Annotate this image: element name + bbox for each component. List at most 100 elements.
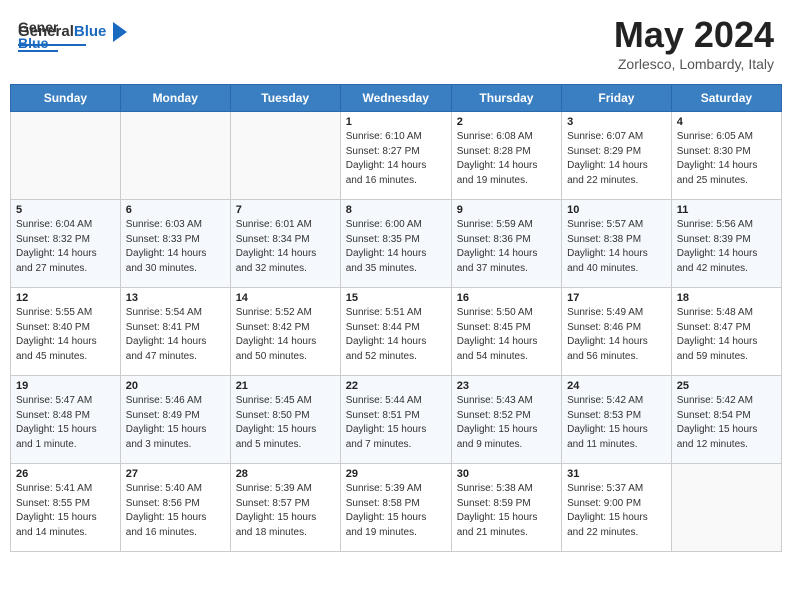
col-friday: Friday <box>562 85 672 112</box>
day-info: Sunrise: 5:43 AM Sunset: 8:52 PM Dayligh… <box>457 394 556 452</box>
day-info: Sunrise: 5:56 AM Sunset: 8:39 PM Dayligh… <box>677 218 776 276</box>
calendar-cell: 31 Sunrise: 5:37 AM Sunset: 9:00 PM Dayli… <box>562 464 672 552</box>
title-block: May 2024 Zorlesco, Lombardy, Italy <box>614 14 774 72</box>
calendar-week-row: 19 Sunrise: 5:47 AM Sunset: 8:48 PM Dayli… <box>11 376 782 464</box>
day-number: 8 <box>346 204 446 216</box>
day-number: 28 <box>236 468 335 480</box>
calendar-cell: 4 Sunrise: 6:05 AM Sunset: 8:30 PM Daylig… <box>671 112 781 200</box>
calendar-cell <box>11 112 121 200</box>
calendar-cell: 17Sunrise: 5:49 AM Sunset: 8:46 PM Dayli… <box>562 288 672 376</box>
day-info: Sunrise: 5:57 AM Sunset: 8:38 PM Dayligh… <box>567 218 666 276</box>
day-info: Sunrise: 5:54 AM Sunset: 8:41 PM Dayligh… <box>126 306 225 364</box>
calendar-cell: 23 Sunrise: 5:43 AM Sunset: 8:52 PM Dayli… <box>451 376 561 464</box>
logo-general: General <box>18 23 74 40</box>
calendar-cell <box>671 464 781 552</box>
col-tuesday: Tuesday <box>230 85 340 112</box>
day-info: Sunrise: 6:03 AM Sunset: 8:33 PM Dayligh… <box>126 218 225 276</box>
day-info: Sunrise: 6:07 AM Sunset: 8:29 PM Dayligh… <box>567 130 666 188</box>
calendar-cell: 8 Sunrise: 6:00 AM Sunset: 8:35 PM Daylig… <box>340 200 451 288</box>
day-info: Sunrise: 6:10 AM Sunset: 8:27 PM Dayligh… <box>346 130 446 188</box>
calendar-header-row: Sunday Monday Tuesday Wednesday Thursday… <box>11 85 782 112</box>
calendar-cell: 26 Sunrise: 5:41 AM Sunset: 8:55 PM Dayli… <box>11 464 121 552</box>
day-info: Sunrise: 5:42 AM Sunset: 8:53 PM Dayligh… <box>567 394 666 452</box>
calendar-cell: 13 Sunrise: 5:54 AM Sunset: 8:41 PM Dayli… <box>120 288 230 376</box>
calendar-table: Sunday Monday Tuesday Wednesday Thursday… <box>10 84 782 552</box>
day-info: Sunrise: 6:08 AM Sunset: 8:28 PM Dayligh… <box>457 130 556 188</box>
day-number: 29 <box>346 468 446 480</box>
calendar-cell: 29 Sunrise: 5:39 AM Sunset: 8:58 PM Dayli… <box>340 464 451 552</box>
day-number: 13 <box>126 292 225 304</box>
day-info: Sunrise: 5:39 AM Sunset: 8:58 PM Dayligh… <box>346 482 446 540</box>
day-info: Sunrise: 5:39 AM Sunset: 8:57 PM Dayligh… <box>236 482 335 540</box>
day-number: 6 <box>126 204 225 216</box>
calendar-cell: 1Sunrise: 6:10 AM Sunset: 8:27 PM Daylig… <box>340 112 451 200</box>
calendar-cell: 25 Sunrise: 5:42 AM Sunset: 8:54 PM Dayli… <box>671 376 781 464</box>
day-info: Sunrise: 5:50 AM Sunset: 8:45 PM Dayligh… <box>457 306 556 364</box>
calendar-cell: 12Sunrise: 5:55 AM Sunset: 8:40 PM Dayli… <box>11 288 121 376</box>
day-info: Sunrise: 5:44 AM Sunset: 8:51 PM Dayligh… <box>346 394 446 452</box>
calendar-cell: 19 Sunrise: 5:47 AM Sunset: 8:48 PM Dayli… <box>11 376 121 464</box>
calendar-cell: 20Sunrise: 5:46 AM Sunset: 8:49 PM Dayli… <box>120 376 230 464</box>
day-number: 7 <box>236 204 335 216</box>
calendar-cell: 10 Sunrise: 5:57 AM Sunset: 8:38 PM Dayli… <box>562 200 672 288</box>
calendar-cell: 30 Sunrise: 5:38 AM Sunset: 8:59 PM Dayli… <box>451 464 561 552</box>
day-number: 4 <box>677 116 776 128</box>
calendar-cell: 24 Sunrise: 5:42 AM Sunset: 8:53 PM Dayli… <box>562 376 672 464</box>
day-info: Sunrise: 5:41 AM Sunset: 8:55 PM Dayligh… <box>16 482 115 540</box>
calendar-week-row: 1Sunrise: 6:10 AM Sunset: 8:27 PM Daylig… <box>11 112 782 200</box>
day-number: 16 <box>457 292 556 304</box>
day-info: Sunrise: 5:55 AM Sunset: 8:40 PM Dayligh… <box>16 306 115 364</box>
day-number: 21 <box>236 380 335 392</box>
calendar-cell: 21Sunrise: 5:45 AM Sunset: 8:50 PM Dayli… <box>230 376 340 464</box>
day-info: Sunrise: 5:51 AM Sunset: 8:44 PM Dayligh… <box>346 306 446 364</box>
day-number: 25 <box>677 380 776 392</box>
day-info: Sunrise: 5:38 AM Sunset: 8:59 PM Dayligh… <box>457 482 556 540</box>
calendar-cell: 15 Sunrise: 5:51 AM Sunset: 8:44 PM Dayli… <box>340 288 451 376</box>
day-number: 14 <box>236 292 335 304</box>
page-header: General Blue GeneralBlue May 2024 Zorles… <box>10 10 782 76</box>
calendar-cell: 16 Sunrise: 5:50 AM Sunset: 8:45 PM Dayli… <box>451 288 561 376</box>
day-info: Sunrise: 5:59 AM Sunset: 8:36 PM Dayligh… <box>457 218 556 276</box>
day-info: Sunrise: 6:00 AM Sunset: 8:35 PM Dayligh… <box>346 218 446 276</box>
calendar-cell: 7 Sunrise: 6:01 AM Sunset: 8:34 PM Daylig… <box>230 200 340 288</box>
logo: General Blue GeneralBlue <box>18 14 127 46</box>
calendar-cell: 28 Sunrise: 5:39 AM Sunset: 8:57 PM Dayli… <box>230 464 340 552</box>
day-number: 19 <box>16 380 115 392</box>
day-number: 31 <box>567 468 666 480</box>
day-number: 15 <box>346 292 446 304</box>
day-number: 18 <box>677 292 776 304</box>
day-info: Sunrise: 6:01 AM Sunset: 8:34 PM Dayligh… <box>236 218 335 276</box>
day-info: Sunrise: 6:04 AM Sunset: 8:32 PM Dayligh… <box>16 218 115 276</box>
day-number: 26 <box>16 468 115 480</box>
day-info: Sunrise: 6:05 AM Sunset: 8:30 PM Dayligh… <box>677 130 776 188</box>
calendar-cell <box>120 112 230 200</box>
calendar-cell: 18Sunrise: 5:48 AM Sunset: 8:47 PM Dayli… <box>671 288 781 376</box>
calendar-cell: 22Sunrise: 5:44 AM Sunset: 8:51 PM Dayli… <box>340 376 451 464</box>
calendar-week-row: 12Sunrise: 5:55 AM Sunset: 8:40 PM Dayli… <box>11 288 782 376</box>
day-info: Sunrise: 5:37 AM Sunset: 9:00 PM Dayligh… <box>567 482 666 540</box>
col-saturday: Saturday <box>671 85 781 112</box>
day-number: 30 <box>457 468 556 480</box>
calendar-cell: 2 Sunrise: 6:08 AM Sunset: 8:28 PM Daylig… <box>451 112 561 200</box>
day-number: 24 <box>567 380 666 392</box>
day-number: 2 <box>457 116 556 128</box>
day-number: 10 <box>567 204 666 216</box>
col-sunday: Sunday <box>11 85 121 112</box>
logo-triangle-icon <box>113 22 127 42</box>
calendar-cell <box>230 112 340 200</box>
day-number: 20 <box>126 380 225 392</box>
col-wednesday: Wednesday <box>340 85 451 112</box>
day-number: 23 <box>457 380 556 392</box>
day-number: 9 <box>457 204 556 216</box>
day-number: 3 <box>567 116 666 128</box>
calendar-location: Zorlesco, Lombardy, Italy <box>614 56 774 72</box>
calendar-title: May 2024 <box>614 14 774 56</box>
day-info: Sunrise: 5:42 AM Sunset: 8:54 PM Dayligh… <box>677 394 776 452</box>
day-info: Sunrise: 5:47 AM Sunset: 8:48 PM Dayligh… <box>16 394 115 452</box>
col-monday: Monday <box>120 85 230 112</box>
logo-blue: Blue <box>74 23 107 40</box>
day-number: 5 <box>16 204 115 216</box>
day-number: 27 <box>126 468 225 480</box>
day-number: 11 <box>677 204 776 216</box>
calendar-week-row: 26 Sunrise: 5:41 AM Sunset: 8:55 PM Dayli… <box>11 464 782 552</box>
